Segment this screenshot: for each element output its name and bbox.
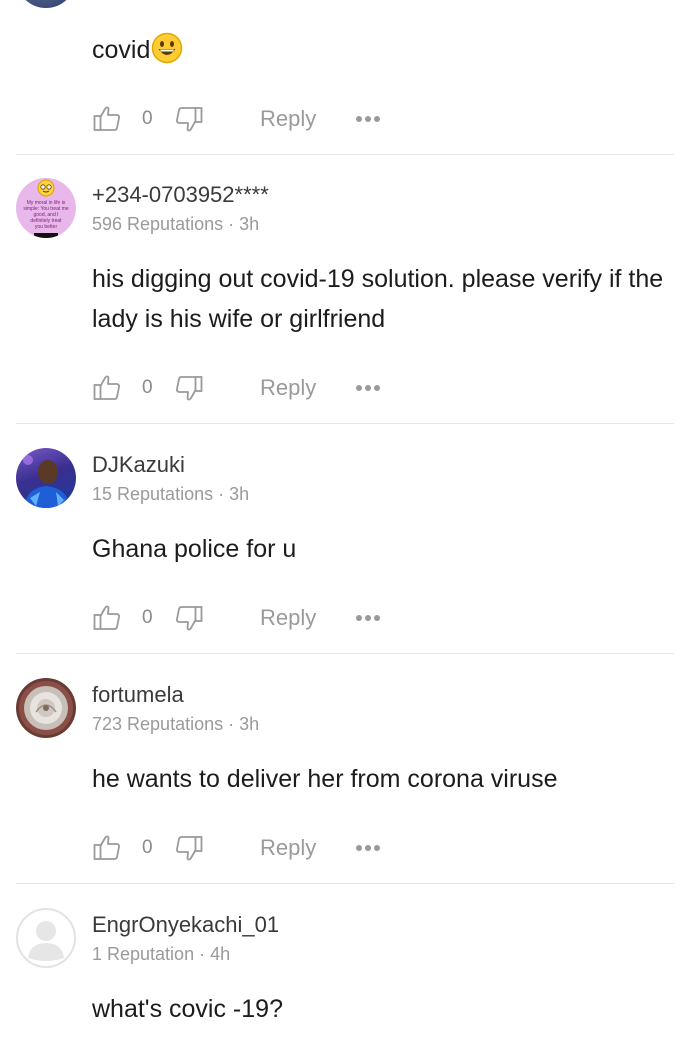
reputation: 723 Reputations [92,714,224,734]
more-options-icon[interactable] [356,116,381,122]
username[interactable]: DJKazuki [92,452,185,478]
reputation: 15 Reputations [92,484,214,504]
username[interactable]: +234-0703952**** [92,182,269,208]
avatar[interactable] [16,678,76,738]
reputation: 596 Reputations [92,214,224,234]
thumbs-down-icon[interactable] [174,833,204,863]
thumbs-down-icon[interactable] [174,104,204,134]
username[interactable]: fortumela [92,682,184,708]
timestamp: 4h [210,944,231,964]
thumbs-down-icon[interactable] [174,603,204,633]
comment-text: covid [92,30,672,76]
comment-text: Ghana police for u [92,535,297,563]
more-options-icon[interactable] [356,845,381,851]
default-avatar-icon[interactable] [16,908,76,968]
timestamp: 3h [229,484,250,504]
more-options-icon[interactable] [356,385,381,391]
username[interactable]: EngrOnyekachi_01 [92,912,279,938]
comment-meta: 1 Reputation · 4h [92,944,231,964]
thumbs-up-icon[interactable] [92,373,122,403]
like-count: 0 [142,377,153,398]
thumbs-up-icon[interactable] [92,833,122,863]
divider [16,154,674,155]
comment-actions: 0 Reply [92,828,381,868]
comment-actions: 0 Reply [92,598,381,638]
comment-text: his digging out covid-19 solution. pleas… [92,265,664,333]
divider [16,653,674,654]
comment-meta: 15 Reputations · 3h [92,484,250,504]
avatar[interactable] [16,448,76,508]
comment-text: what's covic -19? [92,995,283,1023]
like-count: 0 [142,108,153,129]
like-count: 0 [142,607,153,628]
reputation: 1 Reputation [92,944,195,964]
thumbs-up-icon[interactable] [92,603,122,633]
thumbs-up-icon[interactable] [92,104,122,134]
reply-button[interactable]: Reply [260,106,316,132]
timestamp: 3h [239,214,260,234]
comment-meta: 596 Reputations · 3h [92,214,260,234]
more-options-icon[interactable] [356,615,381,621]
reply-button[interactable]: Reply [260,375,316,401]
comment-actions: 0 Reply [92,368,381,408]
timestamp: 3h [239,714,260,734]
avatar[interactable]: My moral in life is simple: You treat me… [16,178,76,238]
avatar[interactable] [16,0,76,8]
divider [16,423,674,424]
svg-text:you better: you better [35,224,58,230]
comment-text: he wants to deliver her from corona viru… [92,765,558,793]
grinning-face-emoji-icon [151,32,183,76]
like-count: 0 [142,837,153,858]
reply-button[interactable]: Reply [260,605,316,631]
divider [16,883,674,884]
thumbs-down-icon[interactable] [174,373,204,403]
reply-button[interactable]: Reply [260,835,316,861]
comment-actions: 0 Reply [92,99,381,139]
comment-meta: 723 Reputations · 3h [92,714,260,734]
